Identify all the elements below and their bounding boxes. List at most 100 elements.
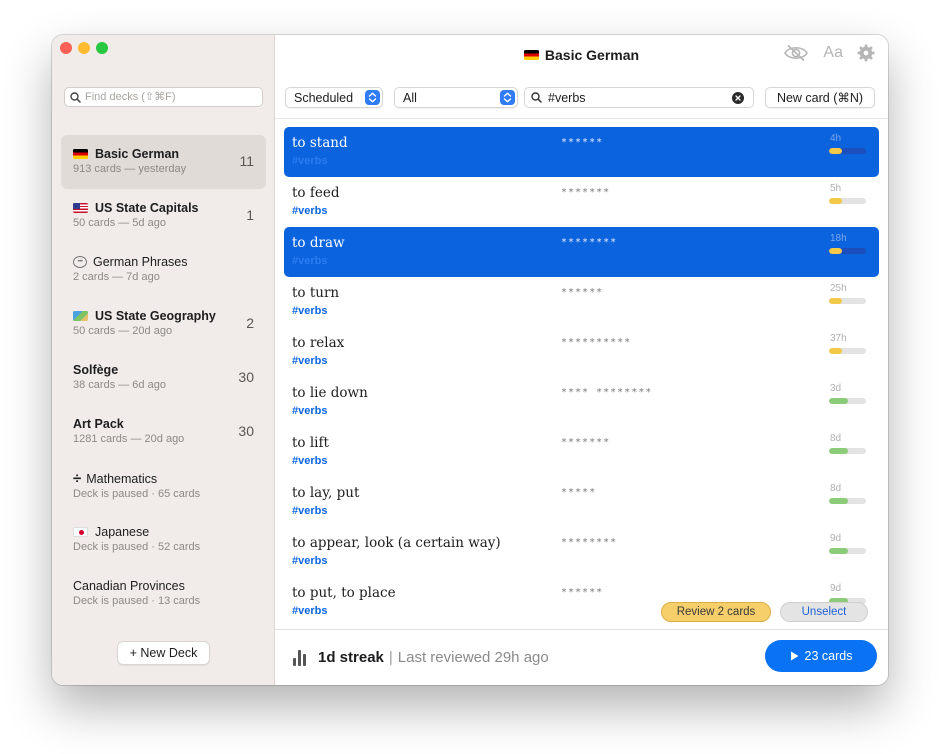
card-tag[interactable]: #verbs (292, 505, 879, 517)
card-progress-bar (829, 148, 866, 154)
deck-title: US State Geography (73, 309, 254, 323)
card-due: 5h (830, 183, 842, 194)
title-bar: Basic German Aa (275, 35, 888, 75)
deck-due-count: 2 (246, 315, 254, 331)
card-tag[interactable]: #verbs (292, 555, 879, 567)
schedule-filter-select[interactable]: Scheduled (285, 87, 383, 108)
close-icon (735, 95, 741, 101)
card-due: 8d (830, 433, 842, 444)
deck-meta: 38 cards — 6d ago (73, 379, 166, 391)
deck-search-input[interactable] (85, 91, 255, 103)
deck-item[interactable]: Solfège 38 cards — 6d ago 30 (61, 351, 266, 405)
card-row[interactable]: to relax #verbs ********** 37h (284, 327, 879, 377)
deck-item[interactable]: US State Geography 50 cards — 20d ago 2 (61, 297, 266, 351)
review-selected-button[interactable]: Review 2 cards (661, 602, 771, 622)
card-row[interactable]: to feed #verbs ******* 5h (284, 177, 879, 227)
card-progress-fill (829, 148, 842, 154)
card-tag[interactable]: #verbs (292, 455, 879, 467)
close-window-button[interactable] (60, 42, 72, 54)
card-progress-bar (829, 248, 866, 254)
bar-chart-icon[interactable] (293, 649, 306, 666)
card-due: 4h (830, 133, 842, 144)
deck-name: Solfège (73, 363, 119, 377)
deck-item[interactable]: Basic German 913 cards — yesterday 11 (61, 135, 266, 189)
deck-due-count: 11 (239, 153, 254, 169)
unselect-button[interactable]: Unselect (780, 602, 868, 622)
deck-name: German Phrases (93, 255, 188, 269)
card-progress-bar (829, 298, 866, 304)
scope-filter-select[interactable]: All (394, 87, 518, 108)
card-progress-bar (829, 398, 866, 404)
search-icon (70, 91, 81, 103)
card-row[interactable]: to lie down #verbs **** ******** 3d (284, 377, 879, 427)
card-tag[interactable]: #verbs (292, 405, 879, 417)
card-back-hidden: ******* (561, 437, 611, 448)
deck-meta: 2 cards — 7d ago (73, 271, 160, 283)
deck-item[interactable]: ••• German Phrases 2 cards — 7d ago (61, 243, 266, 297)
card-tag[interactable]: #verbs (292, 205, 879, 217)
card-tag[interactable]: #verbs (292, 255, 879, 267)
sidebar: Basic German 913 cards — yesterday 11 US St… (52, 35, 275, 685)
card-tag[interactable]: #verbs (292, 155, 879, 167)
card-progress-fill (829, 248, 842, 254)
deck-item[interactable]: Japanese Deck is paused · 52 cards (61, 513, 266, 567)
search-icon (531, 92, 542, 103)
deck-meta: 50 cards — 20d ago (73, 325, 173, 337)
selection-actions: Review 2 cards Unselect (661, 602, 868, 622)
card-progress-fill (829, 548, 848, 554)
scope-filter-value: All (403, 90, 417, 105)
new-deck-button[interactable]: + New Deck (117, 641, 210, 665)
card-search-input[interactable] (548, 90, 728, 105)
card-progress-fill (829, 398, 848, 404)
deck-item[interactable]: US State Capitals 50 cards — 5d ago 1 (61, 189, 266, 243)
deck-name: Mathematics (86, 471, 158, 486)
chevron-updown-icon (500, 90, 515, 105)
play-icon (790, 651, 799, 661)
deck-list: Basic German 913 cards — yesterday 11 US St… (61, 135, 266, 621)
gear-icon[interactable] (857, 44, 875, 62)
card-row[interactable]: to lift #verbs ******* 8d (284, 427, 879, 477)
minimize-window-button[interactable] (78, 42, 90, 54)
deck-meta: Deck is paused · 52 cards (73, 541, 201, 553)
title-bar-actions: Aa (783, 44, 875, 62)
card-row[interactable]: to stand #verbs ****** 4h (284, 127, 879, 177)
deck-title: Basic German (73, 147, 254, 161)
card-search-field[interactable] (524, 87, 754, 108)
card-tag[interactable]: #verbs (292, 305, 879, 317)
card-row[interactable]: to appear, look (a certain way) #verbs ***… (284, 527, 879, 577)
division-icon: ÷ (73, 470, 82, 487)
toolbar-divider (275, 118, 888, 119)
clear-search-button[interactable] (732, 92, 744, 104)
card-progress-bar (829, 548, 866, 554)
last-reviewed: Last reviewed 29h ago (397, 649, 549, 666)
deck-name: Canadian Provinces (73, 579, 185, 593)
study-button[interactable]: 23 cards (765, 640, 877, 672)
card-back-hidden: ***** (561, 487, 597, 498)
eye-slash-icon[interactable] (783, 44, 809, 62)
streak-separator: | (388, 649, 393, 666)
deck-name: US State Geography (95, 309, 216, 323)
deck-item[interactable]: ÷ Mathematics Deck is paused · 65 cards (61, 459, 266, 513)
card-list: to stand #verbs ****** 4h to feed #verbs *****… (284, 127, 879, 627)
map-icon (73, 311, 88, 321)
card-back-hidden: **** ******** (561, 387, 653, 398)
deck-meta: 50 cards — 5d ago (73, 217, 166, 229)
deck-title: Japanese (73, 525, 254, 539)
deck-item[interactable]: Canadian Provinces Deck is paused · 13 ca… (61, 567, 266, 621)
card-tag[interactable]: #verbs (292, 355, 879, 367)
streak-count: 1d streak (318, 649, 384, 666)
deck-item[interactable]: Art Pack 1281 cards — 20d ago 30 (61, 405, 266, 459)
card-progress-fill (829, 198, 842, 204)
deck-title: ÷ Mathematics (73, 471, 254, 486)
card-row[interactable]: to draw #verbs ******** 18h (284, 227, 879, 277)
deck-title: Art Pack (73, 417, 254, 431)
zoom-window-button[interactable] (96, 42, 108, 54)
deck-title: Solfège (73, 363, 254, 377)
card-progress-fill (829, 298, 842, 304)
card-row[interactable]: to turn #verbs ****** 25h (284, 277, 879, 327)
card-row[interactable]: to lay, put #verbs ***** 8d (284, 477, 879, 527)
deck-meta: Deck is paused · 65 cards (73, 488, 201, 500)
new-card-button[interactable]: New card (⌘N) (765, 87, 875, 108)
deck-search-field[interactable] (64, 87, 263, 107)
text-size-icon[interactable]: Aa (823, 44, 843, 62)
